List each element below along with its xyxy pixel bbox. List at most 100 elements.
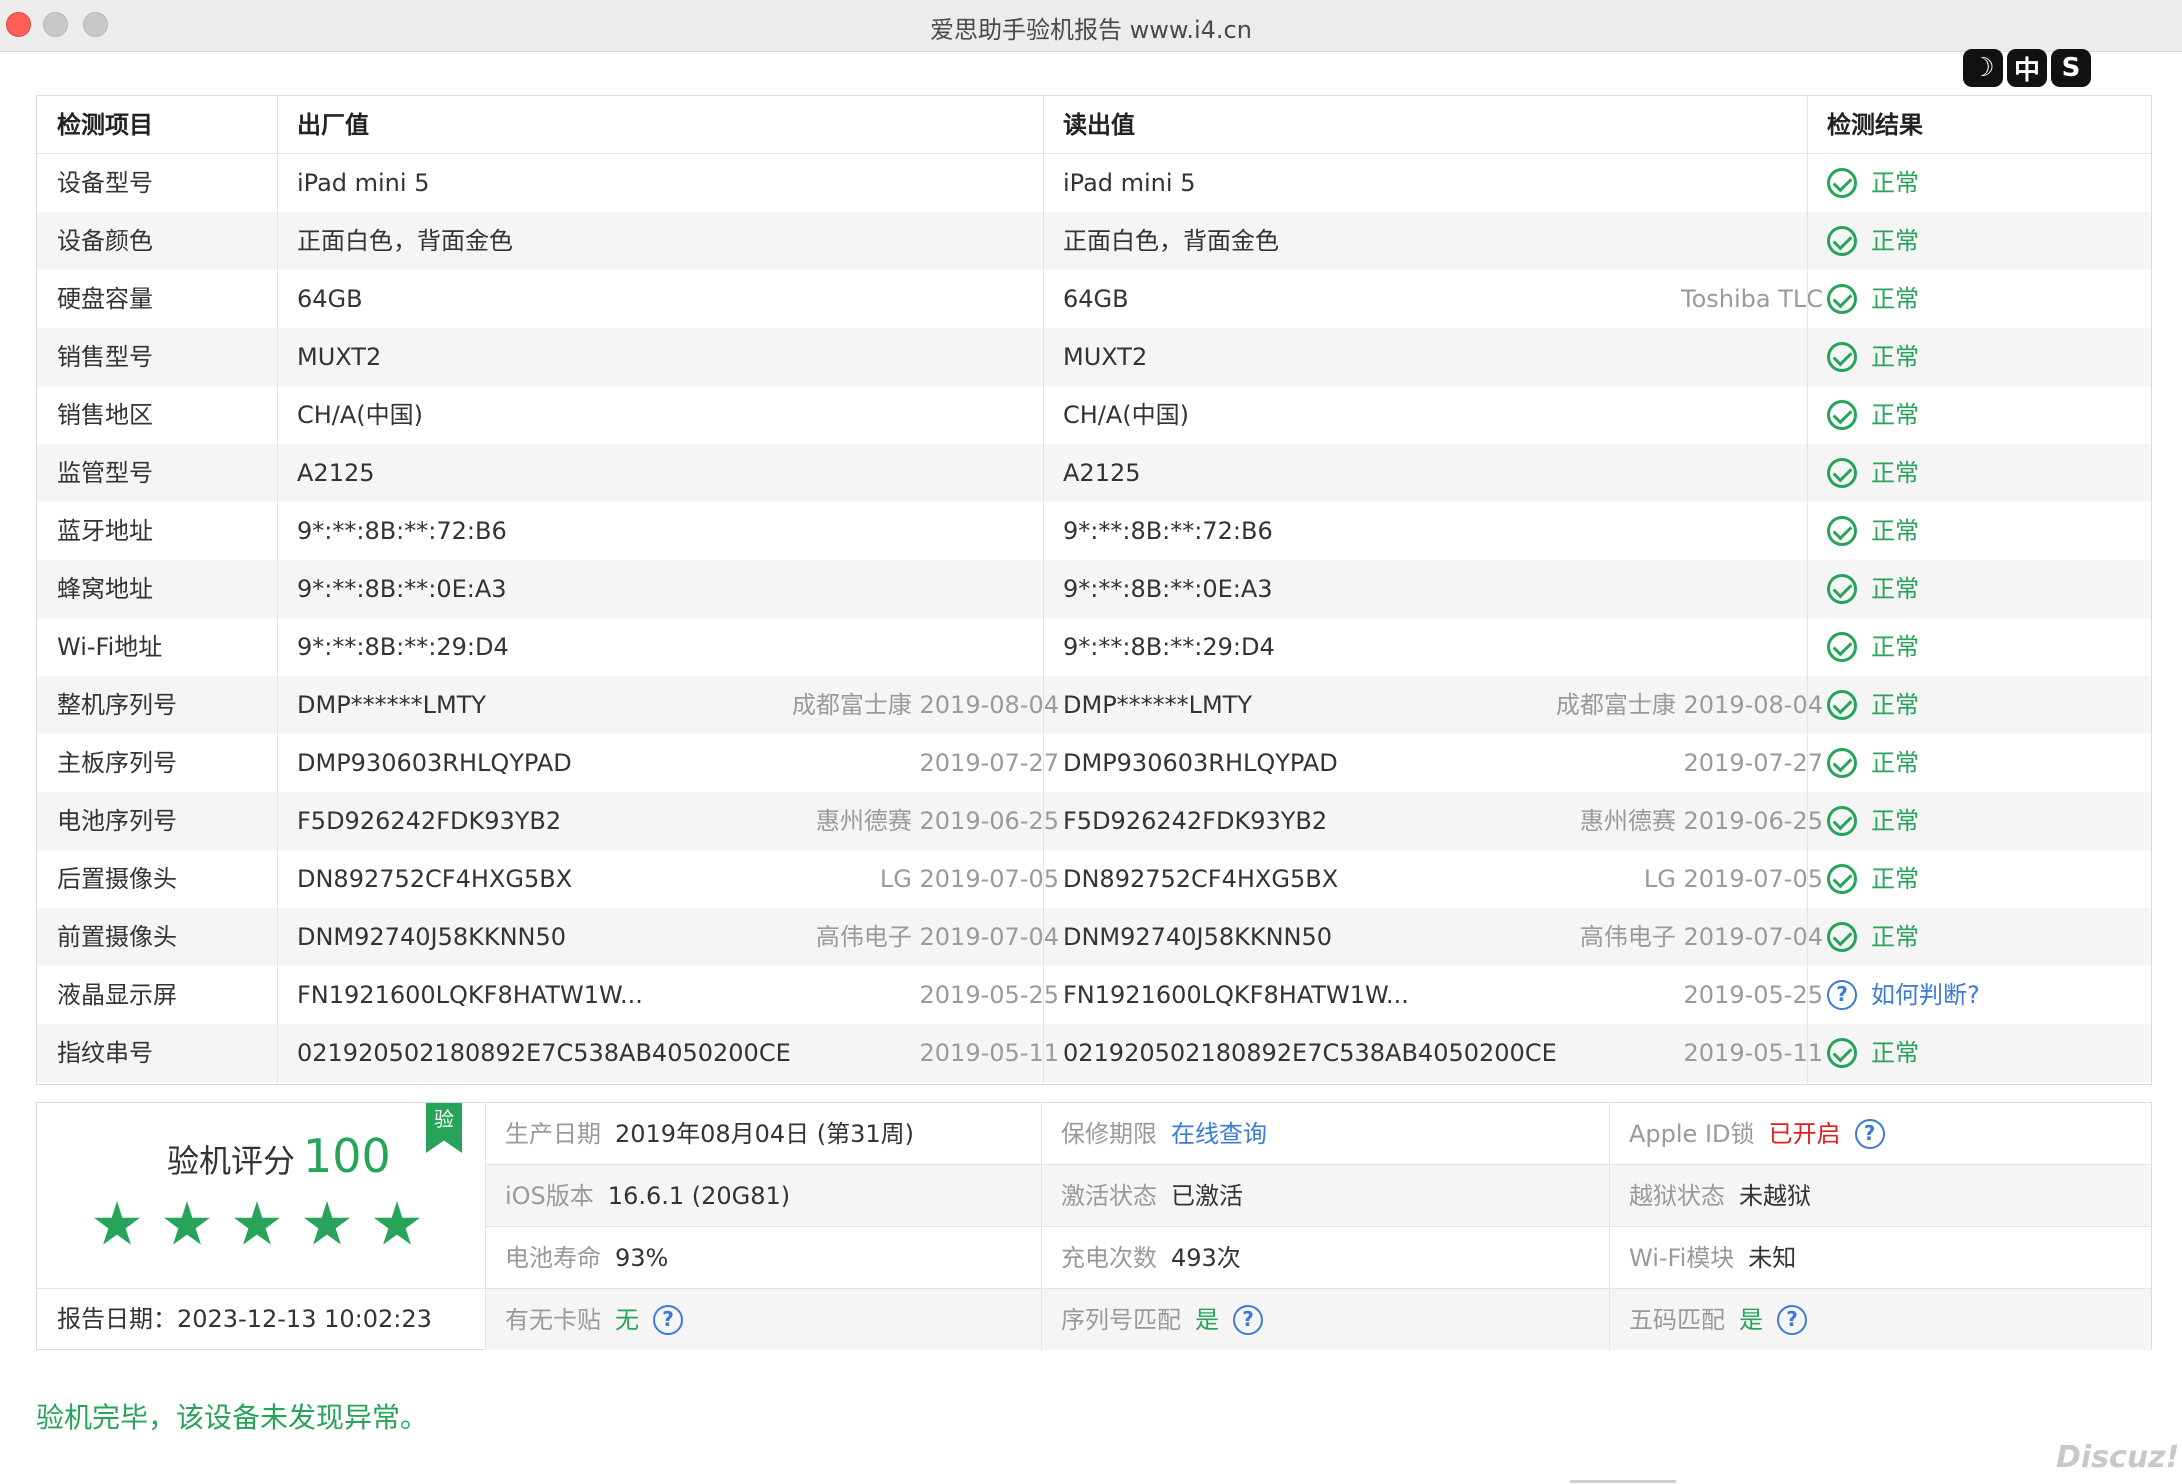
row-factory-value: 9*:**:8B:**:72:B6 — [297, 517, 507, 545]
star-icon — [163, 1201, 211, 1245]
activation-label: 激活状态 — [1061, 1182, 1157, 1210]
chinese-input-icon[interactable]: 中 — [2007, 49, 2047, 87]
serialmatch-label: 序列号匹配 — [1061, 1306, 1181, 1334]
charge-count: 充电次数 493次 — [1061, 1227, 1241, 1289]
result-status: 正常 — [1871, 459, 1919, 487]
row-read-sub: 惠州德赛 2019-06-25 — [1579, 807, 1823, 835]
row-factory-sub: LG 2019-07-05 — [879, 865, 1059, 893]
help-icon[interactable]: ? — [1854, 1119, 1885, 1149]
production-value: 2019年08月04日 (第31周) — [615, 1120, 915, 1148]
check-circle-icon — [1827, 690, 1857, 720]
row-result[interactable]: ? 如何判断? — [1827, 966, 2147, 1024]
row-read-sub: Toshiba TLC — [1680, 285, 1823, 313]
table-row: 设备型号 iPad mini 5 iPad mini 5 正常 — [37, 154, 2151, 212]
ios-version: iOS版本 16.6.1 (20G81) — [505, 1165, 790, 1227]
ios-label: iOS版本 — [505, 1182, 594, 1210]
table-row: 硬盘容量 64GB 64GB Toshiba TLC 正常 — [37, 270, 2151, 328]
appleid-value: 已开启 — [1768, 1120, 1841, 1148]
row-item: 设备颜色 — [57, 227, 153, 255]
rating-stars — [93, 1201, 421, 1249]
row-factory-sub: 惠州德赛 2019-06-25 — [815, 807, 1059, 835]
row-factory-sub: 2019-07-27 — [919, 749, 1059, 777]
help-icon[interactable]: ? — [1233, 1305, 1263, 1335]
warranty-query-link[interactable]: 在线查询 — [1171, 1103, 1267, 1165]
row-item: 前置摄像头 — [57, 923, 177, 951]
result-status: 正常 — [1871, 865, 1919, 893]
moon-icon[interactable]: ☽ — [1963, 49, 2003, 87]
score-box: 验机评分 100 验 — [37, 1103, 485, 1289]
row-read-value: 正面白色，背面金色 — [1063, 227, 1279, 255]
score-value: 100 — [303, 1129, 391, 1183]
check-circle-icon — [1827, 864, 1857, 894]
result-status: 正常 — [1871, 749, 1919, 777]
detection-table: 检测项目 出厂值 读出值 检测结果 设备型号 iPad mini 5 iPad mi… — [36, 95, 2152, 1085]
row-item: 监管型号 — [57, 459, 153, 487]
check-circle-icon — [1827, 342, 1857, 372]
help-icon[interactable]: ? — [1827, 980, 1857, 1010]
scroll-indicator[interactable] — [1570, 1480, 1676, 1483]
star-icon — [93, 1201, 141, 1245]
result-status: 正常 — [1871, 923, 1919, 951]
header-result: 检测结果 — [1827, 111, 1923, 139]
row-item: 硬盘容量 — [57, 285, 153, 313]
verified-badge: 验 — [426, 1103, 462, 1153]
result-status: 正常 — [1871, 691, 1919, 719]
charge-label: 充电次数 — [1061, 1244, 1157, 1272]
battery-life: 电池寿命 93% — [505, 1227, 668, 1289]
result-status: 正常 — [1871, 285, 1919, 313]
check-circle-icon — [1827, 632, 1857, 662]
row-read-sub: 成都富士康 2019-08-04 — [1555, 691, 1823, 719]
row-factory-value: CH/A(中国) — [297, 401, 424, 429]
activation-value: 已激活 — [1171, 1182, 1243, 1210]
row-result: 正常 — [1827, 560, 2147, 618]
table-row: Wi-Fi地址 9*:**:8B:**:29:D4 9*:**:8B:**:29:D… — [37, 618, 2151, 676]
charge-value: 493次 — [1171, 1244, 1241, 1272]
result-status: 正常 — [1871, 1039, 1919, 1067]
check-circle-icon — [1827, 458, 1857, 488]
row-item: 主板序列号 — [57, 749, 177, 777]
star-icon — [233, 1201, 281, 1245]
row-read-sub: 2019-05-25 — [1683, 981, 1823, 1009]
result-message: 验机完毕，该设备未发现异常。 — [36, 1401, 429, 1434]
header-item: 检测项目 — [57, 111, 153, 139]
serialmatch-value: 是 — [1195, 1306, 1219, 1334]
column-divider — [1807, 96, 1808, 1084]
row-factory-value: 64GB — [297, 285, 363, 313]
row-item: 整机序列号 — [57, 691, 177, 719]
table-row: 设备颜色 正面白色，背面金色 正面白色，背面金色 正常 — [37, 212, 2151, 270]
row-read-value: 9*:**:8B:**:29:D4 — [1063, 633, 1275, 661]
row-read-sub: 高伟电子 2019-07-04 — [1579, 923, 1823, 951]
check-circle-icon — [1827, 168, 1857, 198]
help-icon[interactable]: ? — [653, 1305, 683, 1335]
table-row: 液晶显示屏 FN1921600LQKF8HATW1W... 2019-05-25 FN… — [37, 966, 2151, 1024]
table-row: 主板序列号 DMP930603RHLQYPAD 2019-07-27 DMP93060… — [37, 734, 2151, 792]
star-icon — [303, 1201, 351, 1245]
row-item: 蜂窝地址 — [57, 575, 153, 603]
column-divider — [277, 96, 278, 1084]
row-item: 销售地区 — [57, 401, 153, 429]
five-code-match: 五码匹配 是 ? — [1629, 1289, 1807, 1351]
row-item: 液晶显示屏 — [57, 981, 177, 1009]
row-item: 后置摄像头 — [57, 865, 177, 893]
wifi-label: Wi-Fi模块 — [1629, 1244, 1735, 1272]
result-status: 正常 — [1871, 169, 1919, 197]
appleid-label: Apple ID锁 — [1629, 1120, 1755, 1148]
table-row: 销售地区 CH/A(中国) CH/A(中国) 正常 — [37, 386, 2151, 444]
row-item: 蓝牙地址 — [57, 517, 153, 545]
discuz-watermark: Discuz! — [2056, 1440, 2180, 1475]
table-row: 蓝牙地址 9*:**:8B:**:72:B6 9*:**:8B:**:72:B6 正常 — [37, 502, 2151, 560]
row-read-value: 9*:**:8B:**:0E:A3 — [1063, 575, 1273, 603]
check-circle-icon — [1827, 806, 1857, 836]
row-item: Wi-Fi地址 — [57, 633, 163, 661]
s-logo-icon[interactable]: S — [2051, 49, 2091, 87]
check-circle-icon — [1827, 284, 1857, 314]
row-result: 正常 — [1827, 328, 2147, 386]
production-label: 生产日期 — [505, 1120, 601, 1148]
how-to-judge-link[interactable]: 如何判断? — [1871, 966, 1980, 1024]
row-result: 正常 — [1827, 908, 2147, 966]
row-factory-sub: 成都富士康 2019-08-04 — [791, 691, 1059, 719]
row-read-value: iPad mini 5 — [1063, 169, 1196, 197]
help-icon[interactable]: ? — [1777, 1305, 1807, 1335]
jailbreak-value: 未越狱 — [1739, 1182, 1811, 1210]
row-result: 正常 — [1827, 734, 2147, 792]
